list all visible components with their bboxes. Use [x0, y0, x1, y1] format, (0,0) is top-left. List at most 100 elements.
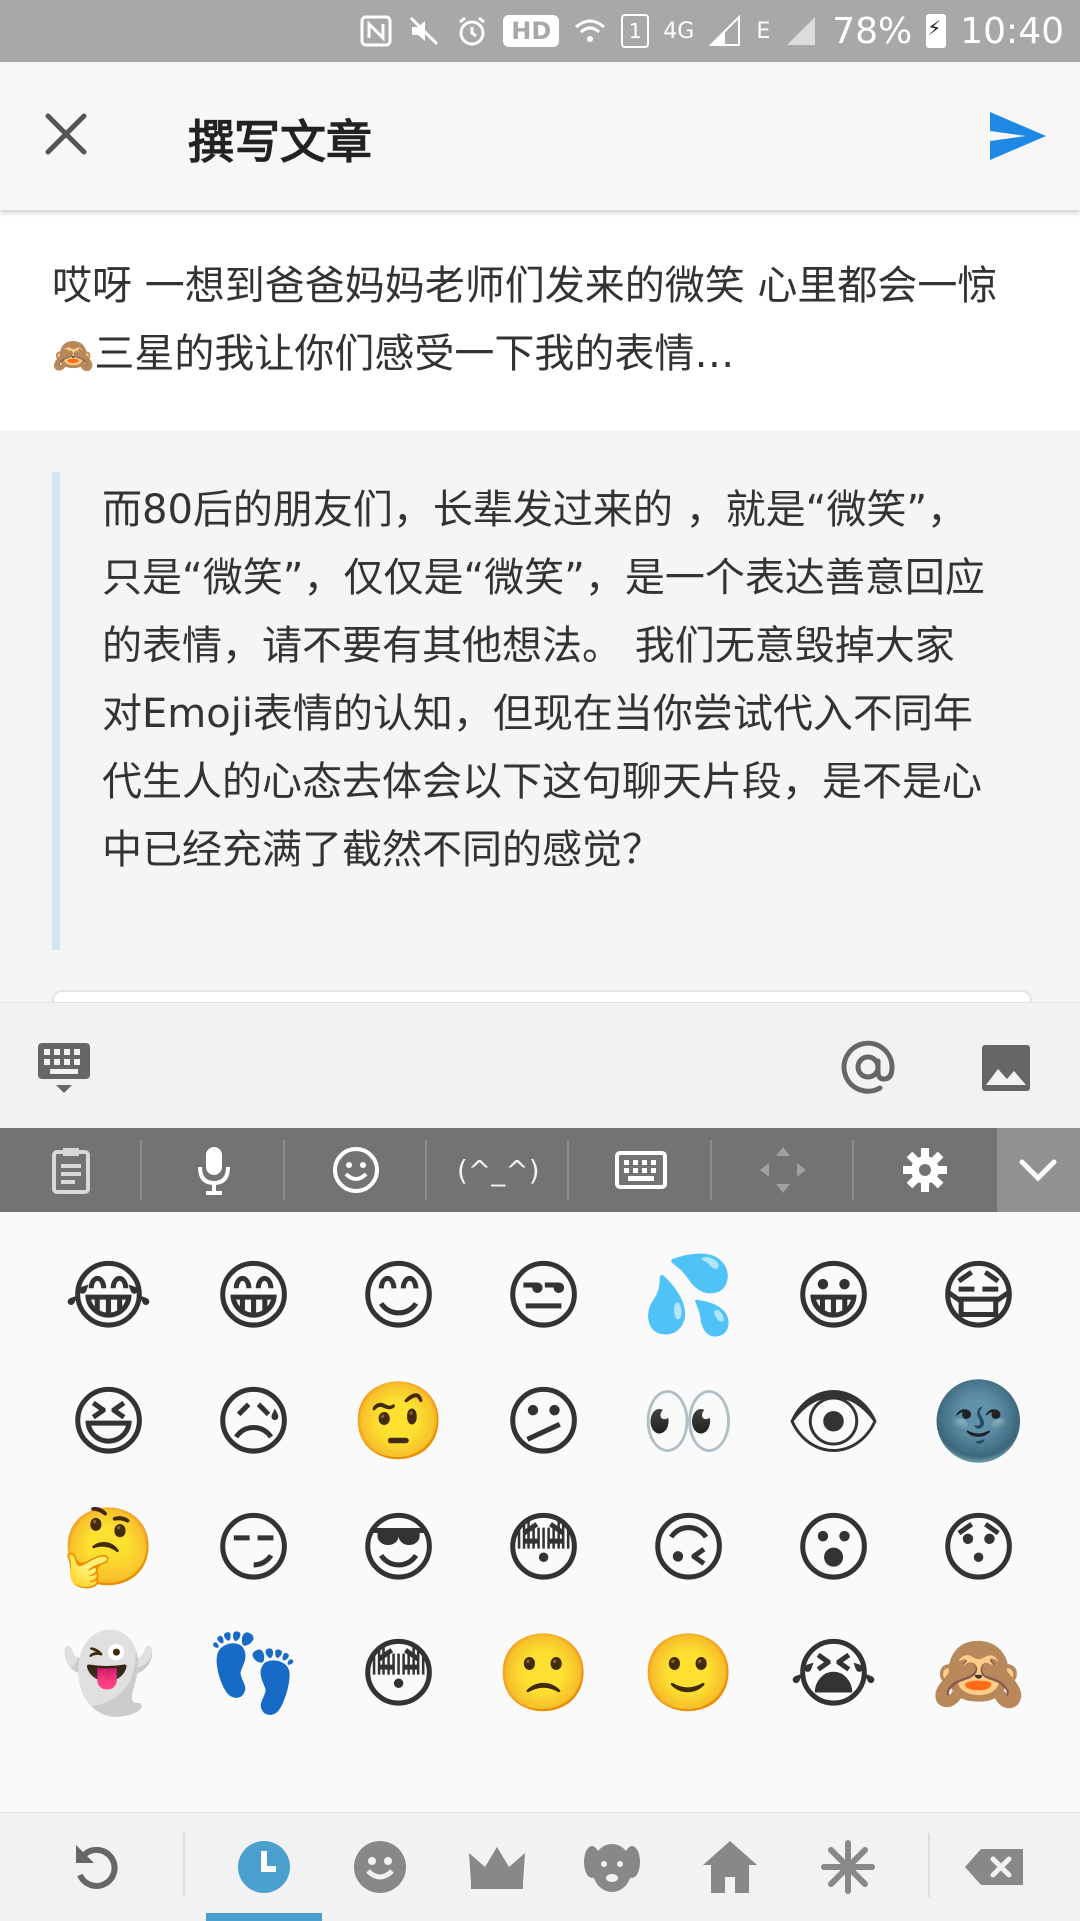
- category-separator: [928, 1833, 930, 1897]
- network-type-label: 4G: [663, 18, 695, 44]
- battery-charging-icon: [926, 14, 947, 48]
- emoji-key[interactable]: 😎: [326, 1484, 471, 1610]
- send-button[interactable]: [986, 106, 1050, 166]
- clipboard-button[interactable]: [0, 1128, 143, 1212]
- battery-percent: 78%: [832, 10, 913, 52]
- quote-bar: [52, 472, 60, 950]
- editor-toolbar: [0, 1002, 1080, 1129]
- emoji-key[interactable]: 😮: [761, 1484, 906, 1610]
- quote-text: 而80后的朋友们，长辈发过来的 ，就是“微笑”，只是“微笑”，仅仅是“微笑”，是…: [102, 487, 985, 873]
- backspace-icon: [965, 1849, 1023, 1885]
- intro-text-part1: 哎呀 一想到爸爸妈妈老师们发来的微笑 心里都会一惊: [52, 263, 998, 309]
- keyboard-settings-button[interactable]: [854, 1128, 996, 1212]
- signal-icon: [708, 11, 742, 51]
- emoji-mode-button[interactable]: [285, 1128, 428, 1212]
- backspace-button[interactable]: [945, 1813, 1045, 1921]
- wifi-icon: [573, 11, 607, 51]
- compose-header: 撰写文章: [0, 62, 1080, 210]
- emoji-key[interactable]: 😕: [471, 1358, 616, 1484]
- emoji-key[interactable]: 😆: [36, 1358, 181, 1484]
- places-tab[interactable]: [680, 1813, 780, 1921]
- recent-emoji-tab[interactable]: [214, 1813, 314, 1921]
- clock-icon: [238, 1841, 290, 1893]
- insert-image-button[interactable]: [980, 1043, 1032, 1093]
- people-tab[interactable]: [447, 1813, 547, 1921]
- emoji-key[interactable]: 🌚: [906, 1358, 1051, 1484]
- edge-label: E: [756, 18, 771, 44]
- clock-time: 10:40: [960, 10, 1064, 52]
- move-arrows-icon: [759, 1147, 806, 1193]
- mention-button[interactable]: [840, 1039, 896, 1095]
- emoji-key[interactable]: 😥: [181, 1358, 326, 1484]
- keyboard-hide-icon: [38, 1043, 90, 1093]
- undo-icon: [76, 1845, 118, 1889]
- emoji-key[interactable]: 😁: [181, 1232, 326, 1358]
- emoji-key[interactable]: 👁: [761, 1358, 906, 1484]
- undo-button[interactable]: [46, 1813, 146, 1921]
- keyboard-function-bar: (^_^): [0, 1128, 1080, 1212]
- kaomoji-button[interactable]: (^_^): [427, 1128, 570, 1212]
- gear-icon: [903, 1148, 948, 1192]
- clipboard-icon: [52, 1148, 91, 1194]
- emoji-panel: 😂 😁 😊 😒 💦 😀 😷 😆 😥 🤨 😕 👀 👁 🌚 🤔 😏 😎 😳 🙃 😮 …: [0, 1212, 1080, 1812]
- category-separator: [183, 1833, 185, 1897]
- emoji-key[interactable]: 👀: [616, 1358, 761, 1484]
- image-icon: [982, 1045, 1030, 1091]
- emoji-grid: 😂 😁 😊 😒 💦 😀 😷 😆 😥 🤨 😕 👀 👁 🌚 🤔 😏 😎 😳 🙃 😮 …: [36, 1232, 1051, 1736]
- voice-input-button[interactable]: [142, 1128, 286, 1212]
- emoji-key[interactable]: 🤨: [326, 1358, 471, 1484]
- close-icon: [45, 113, 87, 155]
- cursor-move-button[interactable]: [712, 1128, 855, 1212]
- nfc-icon: [359, 11, 393, 51]
- collapse-keyboard-button[interactable]: [996, 1128, 1080, 1212]
- emoji-key[interactable]: 😭: [761, 1610, 906, 1736]
- article-intro[interactable]: 哎呀 一想到爸爸妈妈老师们发来的微笑 心里都会一惊 🙈三星的我让你们感受一下我的表…: [0, 210, 1080, 430]
- intro-text-part2: 三星的我让你们感受一下我的表情…: [94, 331, 735, 377]
- symbols-tab[interactable]: [798, 1813, 898, 1921]
- emoji-key[interactable]: 🙂: [616, 1610, 761, 1736]
- animals-tab[interactable]: [562, 1813, 662, 1921]
- monkey-emoji-icon: 🙈: [52, 336, 95, 376]
- at-icon: [841, 1040, 895, 1094]
- smiley-icon: [332, 1147, 379, 1193]
- hd-badge: HD: [503, 15, 560, 47]
- emoji-key[interactable]: 😳: [326, 1610, 471, 1736]
- emoji-key[interactable]: 😂: [36, 1232, 181, 1358]
- emoji-key[interactable]: 😷: [906, 1232, 1051, 1358]
- alarm-icon: [455, 11, 489, 51]
- emoji-key[interactable]: 🙃: [616, 1484, 761, 1610]
- emoji-key[interactable]: 😏: [181, 1484, 326, 1610]
- keyboard-toggle-button[interactable]: [36, 1041, 92, 1095]
- emoji-key[interactable]: 👣: [181, 1610, 326, 1736]
- emoji-key[interactable]: 🤔: [36, 1484, 181, 1610]
- close-button[interactable]: [38, 106, 94, 162]
- status-bar: HD 1 4G E 78% 10:40: [0, 0, 1080, 62]
- send-icon: [990, 112, 1046, 160]
- smileys-tab[interactable]: [330, 1813, 430, 1921]
- mute-icon: [407, 11, 441, 51]
- signal-icon-2: [784, 11, 818, 51]
- emoji-key[interactable]: 🙈: [906, 1610, 1051, 1736]
- emoji-key[interactable]: 😳: [471, 1484, 616, 1610]
- emoji-category-bar: [0, 1812, 1080, 1921]
- emoji-key[interactable]: 😀: [761, 1232, 906, 1358]
- emoji-key[interactable]: 😯: [906, 1484, 1051, 1610]
- intro-text: 哎呀 一想到爸爸妈妈老师们发来的微笑 心里都会一惊 🙈三星的我让你们感受一下我的表…: [52, 252, 1032, 390]
- keyboard-layout-button[interactable]: [569, 1128, 713, 1212]
- asterisk-icon: [821, 1840, 875, 1894]
- dog-icon: [584, 1844, 640, 1892]
- smiley-face-icon: [354, 1841, 406, 1893]
- emoji-key[interactable]: 👻: [36, 1610, 181, 1736]
- microphone-icon: [197, 1147, 230, 1195]
- keyboard-icon: [614, 1151, 667, 1189]
- quote-block[interactable]: 而80后的朋友们，长辈发过来的 ，就是“微笑”，只是“微笑”，仅仅是“微笑”，是…: [0, 430, 1080, 1012]
- house-icon: [703, 1841, 757, 1893]
- emoji-key[interactable]: 😒: [471, 1232, 616, 1358]
- crown-icon: [469, 1847, 525, 1889]
- emoji-key[interactable]: 💦: [616, 1232, 761, 1358]
- chevron-down-icon: [1019, 1159, 1057, 1182]
- emoji-key[interactable]: 🙁: [471, 1610, 616, 1736]
- emoji-key[interactable]: 😊: [326, 1232, 471, 1358]
- page-title: 撰写文章: [188, 115, 372, 169]
- sim-slot-badge: 1: [621, 14, 650, 48]
